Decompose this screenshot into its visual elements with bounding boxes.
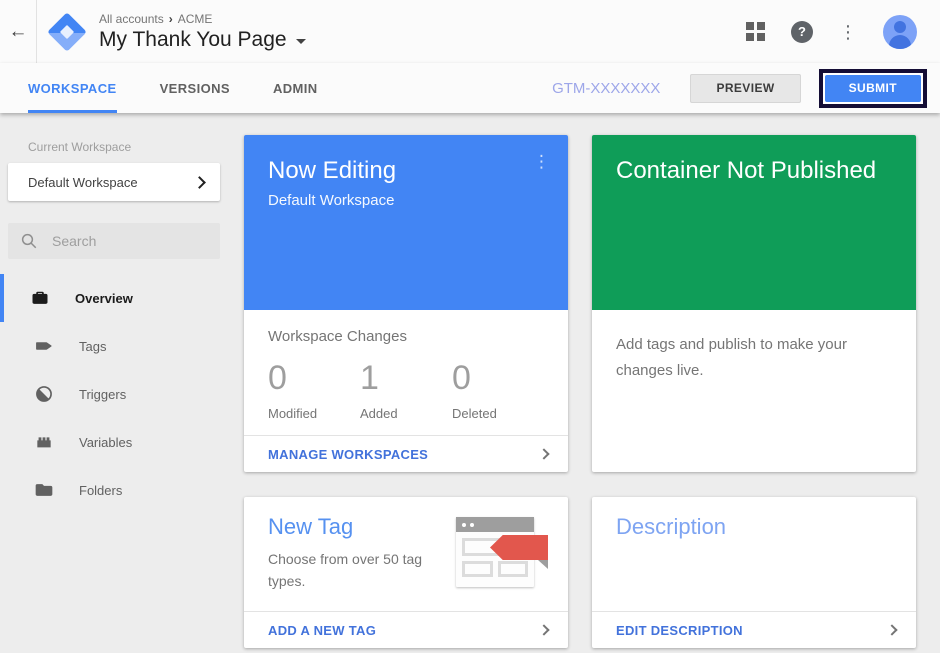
chevron-right-icon xyxy=(193,175,206,189)
now-editing-title: Now Editing xyxy=(268,157,397,184)
stat-value: 0 xyxy=(268,359,287,397)
now-editing-subtitle: Default Workspace xyxy=(268,192,395,209)
tab-workspace[interactable]: WORKSPACE xyxy=(28,63,117,113)
sidebar-item-triggers[interactable]: Triggers xyxy=(0,370,228,418)
stat-label: Deleted xyxy=(452,406,497,421)
tab-versions[interactable]: VERSIONS xyxy=(160,63,230,113)
new-tag-body: New Tag Choose from over 50 tag types. xyxy=(244,497,568,611)
stat-added: 1 Added xyxy=(360,359,452,421)
chevron-down-icon xyxy=(295,38,306,44)
breadcrumb-separator-icon: › xyxy=(168,11,173,26)
gtm-logo-icon xyxy=(46,11,88,53)
topbar-icons: ? ⋮ xyxy=(746,14,940,49)
overview-icon xyxy=(30,288,50,308)
new-tag-card: New Tag Choose from over 50 tag types. A… xyxy=(244,497,568,648)
chevron-right-icon xyxy=(886,624,898,636)
description-title: Description xyxy=(616,514,727,539)
container-status-card: Container Not Published Add tags and pub… xyxy=(592,135,916,472)
folder-icon xyxy=(34,480,54,500)
title-block: All accounts › ACME My Thank You Page xyxy=(99,12,306,52)
overflow-menu-icon[interactable]: ⋮ xyxy=(839,23,857,41)
sidebar-item-folders[interactable]: Folders xyxy=(0,466,228,514)
apps-grid-icon[interactable] xyxy=(746,22,765,41)
manage-workspaces-label: MANAGE WORKSPACES xyxy=(268,446,429,462)
back-button[interactable]: ← xyxy=(0,0,37,63)
sidebar-item-label: Triggers xyxy=(79,386,127,402)
container-status-text: Add tags and publish to make your change… xyxy=(616,336,847,380)
stat-label: Added xyxy=(360,406,398,421)
stat-value: 0 xyxy=(452,359,471,397)
submit-highlight-outline: SUBMIT xyxy=(818,68,927,108)
main-area: Now Editing Default Workspace ⋮ Workspac… xyxy=(228,113,940,653)
container-status-body: Add tags and publish to make your change… xyxy=(592,310,916,472)
help-icon[interactable]: ? xyxy=(791,20,813,43)
stat-label: Modified xyxy=(268,406,318,421)
now-editing-card: Now Editing Default Workspace ⋮ Workspac… xyxy=(244,135,568,472)
preview-button[interactable]: PREVIEW xyxy=(690,73,801,103)
add-new-tag-label: ADD A NEW TAG xyxy=(268,622,377,638)
chevron-right-icon xyxy=(538,448,550,460)
stat-modified: 0 Modified xyxy=(268,359,360,421)
new-tag-illustration-icon xyxy=(456,513,548,591)
add-new-tag-button[interactable]: ADD A NEW TAG xyxy=(244,611,568,648)
search-icon xyxy=(21,233,37,249)
stat-deleted: 0 Deleted xyxy=(452,359,544,421)
sidebar-item-label: Folders xyxy=(79,482,123,498)
sidebar-item-label: Variables xyxy=(79,434,133,450)
edit-description-label: EDIT DESCRIPTION xyxy=(616,622,743,638)
top-bar: ← All accounts › ACME My Thank You Page … xyxy=(0,0,940,63)
manage-workspaces-button[interactable]: MANAGE WORKSPACES xyxy=(244,435,568,472)
tab-bar: WORKSPACE VERSIONS ADMIN GTM-XXXXXXX PRE… xyxy=(0,63,940,113)
sidebar-nav: Overview Tags Triggers Variables Folders xyxy=(0,274,228,514)
card-menu-icon[interactable]: ⋮ xyxy=(533,153,550,170)
tab-admin[interactable]: ADMIN xyxy=(273,63,318,113)
tag-icon xyxy=(34,336,54,356)
content-area: Current Workspace Default Workspace Over… xyxy=(0,113,940,653)
breadcrumb-all-accounts[interactable]: All accounts xyxy=(99,12,164,26)
variable-icon xyxy=(34,432,54,452)
workspace-changes-title: Workspace Changes xyxy=(268,328,407,345)
workspace-changes-section: Workspace Changes 0 Modified 1 Added 0 D xyxy=(244,310,568,435)
breadcrumb: All accounts › ACME xyxy=(99,12,306,26)
edit-description-button[interactable]: EDIT DESCRIPTION xyxy=(592,611,916,648)
now-editing-header: Now Editing Default Workspace ⋮ xyxy=(244,135,568,310)
sidebar-item-label: Overview xyxy=(75,290,133,306)
page-title: My Thank You Page xyxy=(99,27,287,51)
sidebar: Current Workspace Default Workspace Over… xyxy=(0,113,228,653)
search-box[interactable] xyxy=(8,223,220,259)
chevron-right-icon xyxy=(538,624,550,636)
sidebar-item-variables[interactable]: Variables xyxy=(0,418,228,466)
trigger-icon xyxy=(34,384,54,404)
search-input[interactable] xyxy=(52,233,202,249)
submit-button[interactable]: SUBMIT xyxy=(824,74,921,102)
breadcrumb-account[interactable]: ACME xyxy=(178,12,213,26)
workspace-selector[interactable]: Default Workspace xyxy=(8,163,220,201)
sidebar-item-overview[interactable]: Overview xyxy=(0,274,228,322)
container-status-title: Container Not Published xyxy=(616,157,877,184)
avatar[interactable] xyxy=(883,14,917,49)
current-workspace-label: Current Workspace xyxy=(28,140,132,154)
new-tag-text: Choose from over 50 tag types. xyxy=(268,551,423,590)
workspace-name: Default Workspace xyxy=(28,174,138,190)
sidebar-item-tags[interactable]: Tags xyxy=(0,322,228,370)
container-id[interactable]: GTM-XXXXXXX xyxy=(552,80,660,97)
description-body: Description xyxy=(592,497,916,611)
description-card: Description EDIT DESCRIPTION xyxy=(592,497,916,648)
stat-value: 1 xyxy=(360,359,379,397)
container-title-dropdown[interactable]: My Thank You Page xyxy=(99,28,306,52)
sidebar-item-label: Tags xyxy=(79,338,107,354)
container-status-header: Container Not Published xyxy=(592,135,916,310)
back-arrow-icon: ← xyxy=(8,20,28,42)
